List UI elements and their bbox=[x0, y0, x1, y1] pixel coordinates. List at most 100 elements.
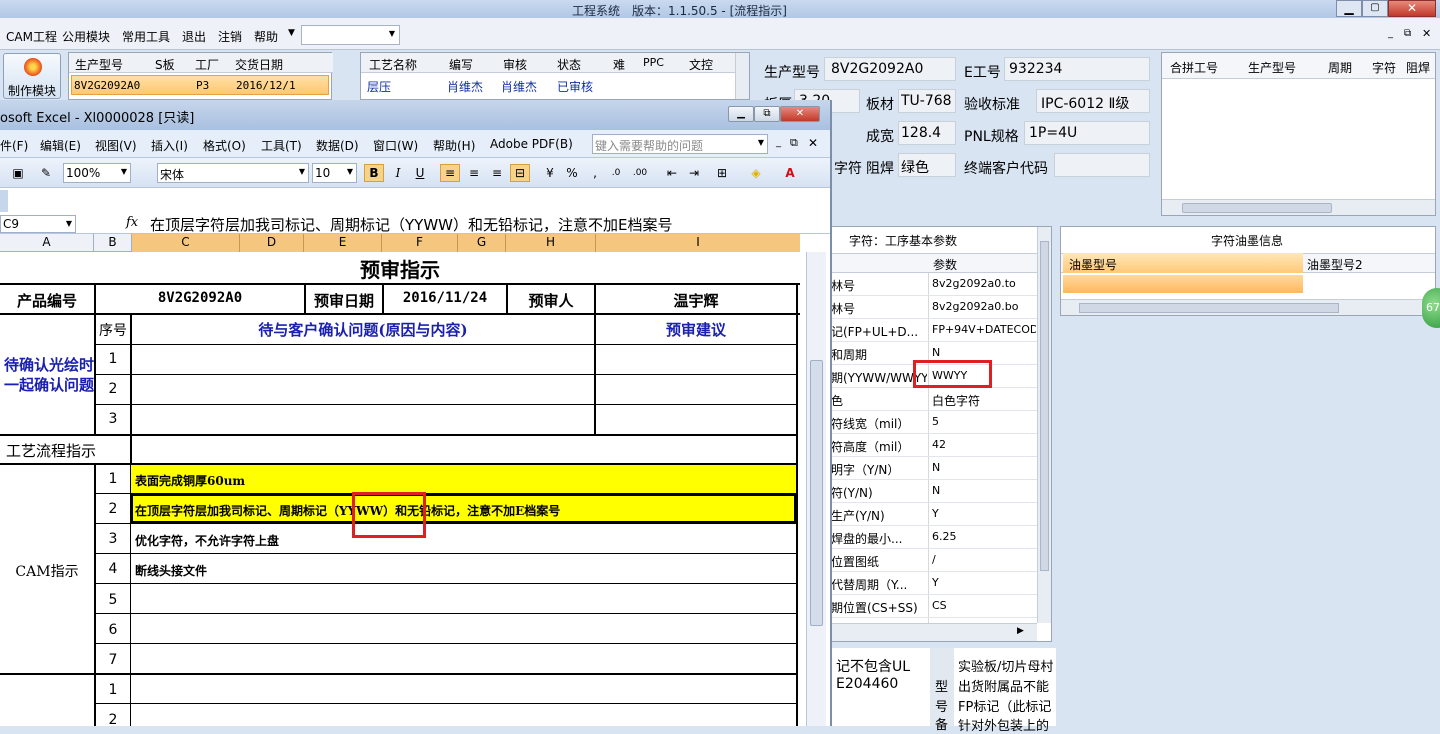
doc-minimize[interactable]: _ bbox=[776, 137, 781, 148]
col-header-i[interactable]: I bbox=[596, 234, 800, 252]
menu-public[interactable]: 公用模块 bbox=[62, 28, 110, 45]
col-header-h[interactable]: H bbox=[506, 234, 596, 252]
e-number-field[interactable]: 932234 bbox=[1004, 57, 1150, 81]
col-header-b[interactable]: B bbox=[94, 234, 132, 252]
col-header-g[interactable]: G bbox=[458, 234, 506, 252]
scrollbar-h[interactable] bbox=[1061, 299, 1435, 315]
indent-icon[interactable]: ⇥ bbox=[684, 164, 704, 182]
bold-icon[interactable]: B bbox=[364, 164, 384, 182]
table-row[interactable]: 符(Y/N) N bbox=[831, 480, 1037, 503]
table-row[interactable]: 8V2G2092A0 P3 2016/12/1 bbox=[71, 75, 329, 95]
menu-help[interactable]: 帮助(H) bbox=[433, 137, 475, 154]
align-center-icon[interactable]: ≡ bbox=[464, 164, 484, 182]
menu-combo[interactable]: ▼ bbox=[301, 25, 400, 45]
scrollbar-h[interactable]: ▶ bbox=[831, 623, 1037, 641]
font-color-icon[interactable]: A bbox=[780, 164, 800, 182]
table-row[interactable]: 符线宽（mil） 5 bbox=[831, 411, 1037, 434]
maximize-button[interactable]: ▢ bbox=[1362, 0, 1388, 17]
function-icon[interactable]: fx bbox=[126, 215, 138, 230]
table-row[interactable]: 期位置(CS+SS) CS bbox=[831, 595, 1037, 618]
col-header-a[interactable]: A bbox=[0, 234, 94, 252]
align-right-icon[interactable]: ≡ bbox=[487, 164, 507, 182]
scroll-thumb[interactable] bbox=[1182, 203, 1332, 213]
increase-decimal-icon[interactable]: .0 bbox=[606, 164, 626, 182]
italic-icon[interactable]: I bbox=[388, 164, 408, 182]
excel-close[interactable]: ✕ bbox=[780, 106, 820, 122]
scroll-thumb[interactable] bbox=[1079, 303, 1339, 313]
status-badge[interactable]: 67 bbox=[1422, 288, 1440, 328]
table-row[interactable]: 林号 8v2g2092a0.to bbox=[831, 273, 1037, 296]
save-icon[interactable]: ▣ bbox=[8, 164, 28, 182]
col-header-f[interactable]: F bbox=[382, 234, 458, 252]
menu-exit[interactable]: 退出 bbox=[182, 28, 206, 45]
menu-help[interactable]: 帮助 bbox=[254, 28, 278, 45]
menu-edit[interactable]: 编辑(E) bbox=[40, 137, 81, 154]
excel-restore[interactable]: ⧉ bbox=[754, 106, 780, 122]
make-module-button[interactable]: 制作模块 bbox=[3, 53, 61, 99]
table-row[interactable]: 代替周期（Y... Y bbox=[831, 572, 1037, 595]
table-row[interactable]: 焊盘的最小... 6.25 bbox=[831, 526, 1037, 549]
mdi-minimize[interactable]: _ bbox=[1388, 28, 1393, 39]
model-field[interactable]: 8V2G2092A0 bbox=[824, 57, 956, 81]
menu-cam[interactable]: CAM工程 bbox=[6, 28, 57, 45]
scrollbar-v[interactable] bbox=[1037, 227, 1051, 623]
menu-view[interactable]: 视图(V) bbox=[95, 137, 137, 154]
currency-icon[interactable]: ¥ bbox=[540, 164, 560, 182]
scroll-thumb[interactable] bbox=[1040, 241, 1049, 571]
material-field[interactable]: TU-768 bbox=[898, 89, 956, 113]
solder-field[interactable]: 绿色 bbox=[898, 153, 956, 177]
menu-data[interactable]: 数据(D) bbox=[316, 137, 359, 154]
formula-input[interactable]: 在顶层字符层加我司标记、周期标记（YYWW）和无铅标记，注意不加E档案号 bbox=[150, 214, 672, 235]
comma-icon[interactable]: , bbox=[585, 164, 605, 182]
font-select[interactable]: 宋体 ▼ bbox=[157, 163, 309, 183]
col-header-d[interactable]: D bbox=[240, 234, 304, 252]
help-search-input[interactable]: 键入需要帮助的问题 ▼ bbox=[592, 134, 768, 154]
close-button[interactable]: ✕ bbox=[1388, 0, 1436, 17]
doc-close[interactable]: ✕ bbox=[808, 136, 818, 150]
excel-minimize[interactable]: ▁ bbox=[728, 106, 754, 122]
percent-icon[interactable]: % bbox=[562, 164, 582, 182]
align-left-icon[interactable]: ≡ bbox=[440, 164, 460, 182]
table-row[interactable]: 色 白色字符 bbox=[831, 388, 1037, 411]
brush-icon[interactable]: ✎ bbox=[36, 164, 56, 182]
merge-icon[interactable]: ⊟ bbox=[510, 164, 530, 182]
sheet-scrollbar-v[interactable] bbox=[806, 252, 826, 726]
table-row[interactable]: 生产(Y/N) Y bbox=[831, 503, 1037, 526]
col-header-c[interactable]: C bbox=[132, 234, 240, 252]
scrollbar-h[interactable] bbox=[1162, 199, 1435, 215]
menu-adobe[interactable]: Adobe PDF(B) bbox=[490, 137, 573, 151]
underline-icon[interactable]: U bbox=[410, 164, 430, 182]
table-row[interactable]: 层压 肖维杰 肖维杰 已审核 bbox=[361, 75, 741, 97]
menu-window[interactable]: 窗口(W) bbox=[373, 137, 418, 154]
customer-field[interactable] bbox=[1054, 153, 1150, 177]
minimize-button[interactable]: ▁ bbox=[1336, 0, 1362, 17]
table-row[interactable]: 位置图纸 / bbox=[831, 549, 1037, 572]
scroll-thumb[interactable] bbox=[810, 360, 823, 626]
chevron-down-icon[interactable]: ▼ bbox=[288, 28, 295, 38]
zoom-select[interactable]: 100% ▼ bbox=[63, 163, 131, 183]
menu-format[interactable]: 格式(O) bbox=[203, 137, 246, 154]
finished-field[interactable]: 128.4 bbox=[898, 121, 956, 145]
mdi-restore[interactable]: ⧉ bbox=[1404, 28, 1411, 39]
menu-logout[interactable]: 注销 bbox=[218, 28, 242, 45]
toolbar-overflow[interactable] bbox=[0, 190, 8, 212]
name-box[interactable]: C9 ▼ bbox=[0, 215, 76, 233]
table-row[interactable]: 符高度（mil） 42 bbox=[831, 434, 1037, 457]
menu-insert[interactable]: 插入(I) bbox=[151, 137, 188, 154]
decrease-decimal-icon[interactable]: .00 bbox=[630, 164, 650, 182]
table-row[interactable]: 明字（Y/N） N bbox=[831, 457, 1037, 480]
scrollbar-v[interactable] bbox=[735, 53, 749, 99]
doc-restore[interactable]: ⧉ bbox=[790, 136, 798, 150]
menu-file[interactable]: 件(F) bbox=[0, 137, 28, 154]
pnl-field[interactable]: 1P=4U bbox=[1024, 121, 1150, 145]
mdi-close[interactable]: ✕ bbox=[1422, 27, 1431, 40]
font-size-select[interactable]: 10 ▼ bbox=[312, 163, 357, 183]
outdent-icon[interactable]: ⇤ bbox=[662, 164, 682, 182]
standard-field[interactable]: IPC-6012 Ⅱ级 bbox=[1036, 89, 1150, 113]
table-row[interactable]: 林号 8v2g2092a0.bo bbox=[831, 296, 1037, 319]
table-row[interactable]: 记(FP+UL+D... FP+94V+DATECODE bbox=[831, 319, 1037, 342]
col-header-e[interactable]: E bbox=[304, 234, 382, 252]
menu-tools[interactable]: 常用工具 bbox=[122, 28, 170, 45]
menu-tools[interactable]: 工具(T) bbox=[261, 137, 302, 154]
table-row[interactable] bbox=[1063, 275, 1303, 293]
